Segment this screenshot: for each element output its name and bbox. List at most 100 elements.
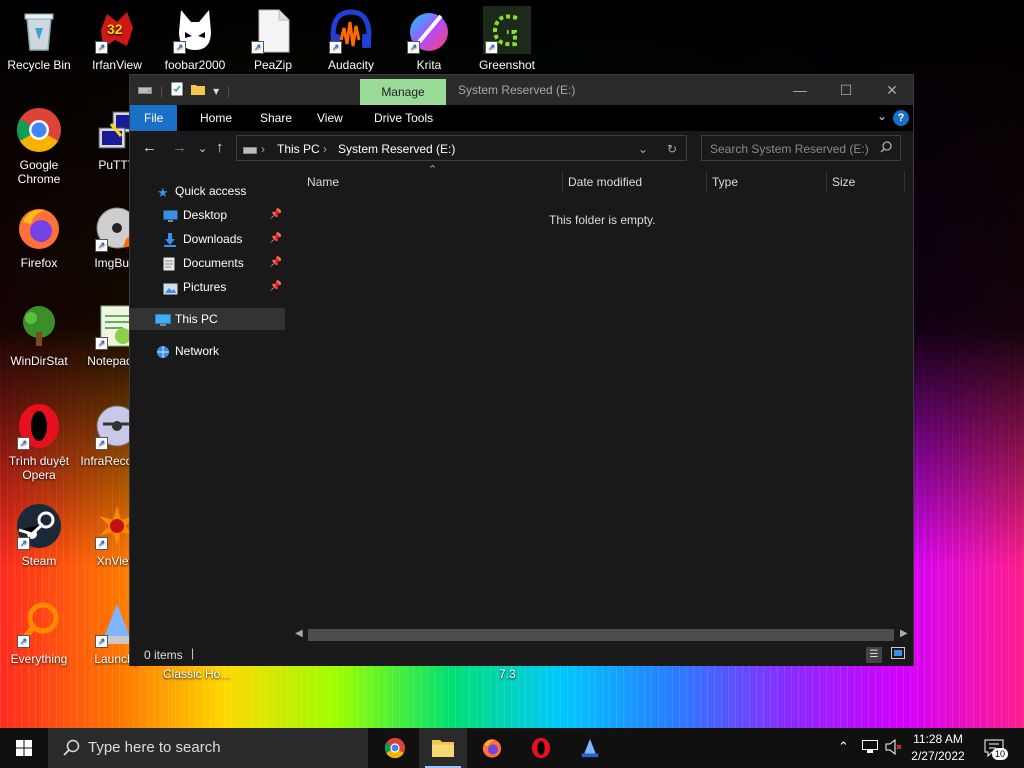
large-icons-view-icon[interactable] — [890, 647, 906, 663]
google-chrome-shortcut[interactable]: Google Chrome — [0, 106, 78, 186]
breadcrumb-this-pc[interactable]: This PC — [277, 142, 320, 156]
column-separator[interactable] — [706, 171, 707, 193]
tab-share[interactable]: Share — [246, 105, 306, 131]
foobar2000-icon: ↗ — [171, 6, 219, 54]
nav-downloads[interactable]: Downloads 📌 — [130, 228, 288, 250]
krita-shortcut[interactable]: ↗ Krita — [390, 6, 468, 72]
item-count: 0 items — [144, 648, 183, 662]
windirstat-label: WinDirStat — [10, 354, 68, 368]
breadcrumb-current-drive[interactable]: System Reserved (E:) — [338, 142, 455, 156]
taskbar-opera[interactable] — [517, 728, 565, 768]
search-input[interactable] — [708, 140, 872, 158]
launchy-icon — [581, 738, 599, 758]
greenshot-shortcut[interactable]: ↗ Greenshot — [468, 6, 546, 72]
pin-icon[interactable]: 📌 — [270, 252, 282, 274]
forward-arrow-icon[interactable]: → — [172, 139, 187, 156]
start-button[interactable] — [0, 728, 48, 768]
search-box[interactable] — [701, 135, 901, 161]
column-separator[interactable] — [826, 171, 827, 193]
pin-icon[interactable]: 📌 — [270, 276, 282, 298]
column-header-size[interactable]: Size — [832, 175, 855, 189]
steam-shortcut[interactable]: ↗ Steam — [0, 502, 78, 568]
nav-this-pc[interactable]: This PC — [130, 308, 285, 330]
breadcrumb-chevron-icon[interactable]: › — [323, 142, 327, 156]
shortcut-arrow-icon: ↗ — [173, 41, 186, 54]
quick-access-toolbar: | ▾ | — [138, 82, 230, 99]
peazip-shortcut[interactable]: ↗ PeaZip — [234, 6, 312, 72]
firefox-icon — [482, 739, 502, 758]
system-clock[interactable]: 11:28 AM 2/27/2022 — [906, 731, 970, 765]
tab-file[interactable]: File — [130, 105, 178, 131]
pin-icon[interactable]: 📌 — [270, 204, 282, 226]
nav-network[interactable]: Network — [130, 340, 288, 362]
column-header-name[interactable]: Name — [307, 175, 339, 189]
tab-home[interactable]: Home — [186, 105, 246, 131]
taskbar-firefox[interactable] — [468, 728, 516, 768]
file-explorer-window[interactable]: | ▾ | Manage System Reserved (E:) — ☐ ✕ … — [129, 74, 914, 666]
minimize-button[interactable]: — — [777, 75, 823, 105]
show-hidden-icons-chevron-icon[interactable]: ⌃ — [838, 739, 849, 755]
maximize-button[interactable]: ☐ — [823, 75, 869, 105]
tab-drive-tools[interactable]: Drive Tools — [360, 105, 447, 131]
new-folder-icon[interactable] — [191, 83, 206, 98]
address-history-chevron-icon[interactable]: ⌄ — [638, 142, 648, 156]
column-header-date-modified[interactable]: Date modified — [568, 175, 642, 189]
volume-muted-icon[interactable] — [885, 738, 903, 758]
recycle-bin-shortcut[interactable]: Recycle Bin — [0, 6, 78, 72]
nav-desktop[interactable]: Desktop 📌 — [130, 204, 288, 226]
chrome-icon — [384, 737, 406, 759]
foobar2000-shortcut[interactable]: ↗ foobar2000 — [156, 6, 234, 72]
network-icon[interactable] — [862, 740, 878, 757]
audacity-shortcut[interactable]: ↗ Audacity — [312, 6, 390, 72]
column-separator[interactable] — [562, 171, 563, 193]
horizontal-scrollbar[interactable]: ◀ ▶ — [290, 627, 912, 644]
nav-quick-access[interactable]: ★ Quick access — [130, 180, 288, 202]
firefox-shortcut[interactable]: Firefox — [0, 204, 78, 270]
opera-label: Trình duyệt Opera — [8, 454, 70, 482]
title-bar[interactable]: | ▾ | Manage System Reserved (E:) — ☐ ✕ — [130, 75, 913, 105]
pin-icon[interactable]: 📌 — [270, 228, 282, 250]
column-separator[interactable] — [904, 171, 905, 193]
back-arrow-icon[interactable]: ← — [142, 139, 157, 156]
firefox-label: Firefox — [20, 256, 58, 270]
shortcut-arrow-icon: ↗ — [329, 41, 342, 54]
navigation-bar: ← → ⌄ ↑ › This PC › System Reserved (E:)… — [130, 131, 913, 167]
scroll-left-arrow-icon[interactable]: ◀ — [295, 628, 303, 639]
search-icon[interactable] — [880, 141, 892, 156]
recent-locations-chevron-icon[interactable]: ⌄ — [198, 142, 207, 155]
properties-icon[interactable] — [171, 82, 183, 99]
google-chrome-icon — [15, 106, 63, 154]
windirstat-shortcut[interactable]: WinDirStat — [0, 302, 78, 368]
taskbar-search-box[interactable]: Type here to search — [48, 728, 368, 768]
this-pc-icon — [155, 312, 171, 326]
file-list-view[interactable]: ⌃ Name Date modified Type Size This fold… — [290, 164, 912, 627]
nav-documents[interactable]: Documents 📌 — [130, 252, 288, 274]
network-icon — [155, 344, 169, 358]
taskbar-launchy[interactable] — [566, 728, 614, 768]
everything-shortcut[interactable]: ↗ Everything — [0, 600, 78, 666]
tab-view[interactable]: View — [303, 105, 357, 131]
details-view-icon[interactable]: ☰ — [866, 647, 882, 663]
drive-icon — [243, 144, 257, 158]
scrollbar-thumb[interactable] — [308, 629, 894, 641]
opera-shortcut[interactable]: ↗ Trình duyệt Opera — [0, 402, 78, 482]
close-button[interactable]: ✕ — [869, 75, 915, 105]
scroll-right-arrow-icon[interactable]: ▶ — [900, 628, 908, 639]
taskbar-file-explorer[interactable] — [419, 728, 467, 768]
up-arrow-icon[interactable]: ↑ — [216, 139, 224, 156]
expand-ribbon-icon[interactable]: ⌄ — [877, 109, 887, 123]
windows-logo-icon — [16, 740, 32, 756]
nav-pictures[interactable]: Pictures 📌 — [130, 276, 288, 298]
refresh-icon[interactable]: ↻ — [667, 142, 677, 156]
help-icon[interactable]: ? — [893, 110, 909, 126]
taskbar-chrome[interactable] — [371, 728, 419, 768]
nav-this-pc-label: This PC — [175, 312, 218, 326]
breadcrumb-chevron-icon[interactable]: › — [261, 142, 265, 156]
sort-ascending-icon: ⌃ — [428, 164, 438, 176]
nav-downloads-label: Downloads — [183, 232, 243, 246]
column-header-type[interactable]: Type — [712, 175, 738, 189]
irfanview-shortcut[interactable]: 32 ↗ IrfanView — [78, 6, 156, 72]
address-bar[interactable]: › This PC › System Reserved (E:) ⌄ ↻ — [236, 135, 687, 161]
customize-toolbar-icon[interactable]: ▾ — [213, 84, 219, 98]
manage-contextual-tab[interactable]: Manage — [360, 79, 446, 105]
